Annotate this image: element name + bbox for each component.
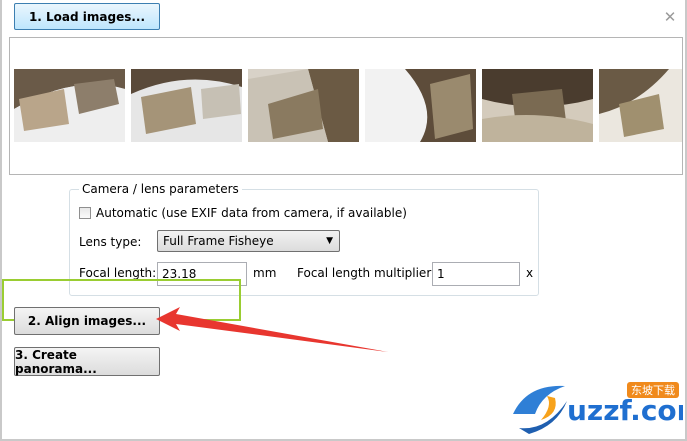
thumbnail-6[interactable] (599, 69, 682, 142)
automatic-label: Automatic (use EXIF data from camera, if… (96, 206, 407, 220)
watermark-text: uzzf.com (567, 394, 683, 427)
focal-length-label: Focal length: (79, 266, 157, 280)
lens-type-label: Lens type: (79, 235, 142, 249)
multiplier-input[interactable]: 1 (432, 262, 520, 286)
site-watermark: uzzf.com 东坡下载 (507, 376, 687, 436)
thumbnail-5[interactable] (482, 69, 593, 142)
thumbnail-2[interactable] (131, 69, 242, 142)
dropdown-arrow-icon: ▼ (326, 236, 333, 246)
focal-length-unit: mm (253, 266, 277, 280)
image-thumbnail-strip (9, 37, 683, 175)
thumbnail-1[interactable] (14, 69, 125, 142)
close-icon[interactable]: ✕ (663, 10, 677, 25)
multiplier-unit: x (526, 266, 534, 280)
create-panorama-button[interactable]: 3. Create panorama... (14, 347, 160, 376)
watermark-subtext: 东坡下载 (631, 384, 675, 397)
load-images-button[interactable]: 1. Load images... (14, 3, 160, 30)
thumbnail-4[interactable] (365, 69, 476, 142)
group-title: Camera / lens parameters (79, 182, 242, 196)
thumbnail-3[interactable] (248, 69, 359, 142)
lens-type-select[interactable]: Full Frame Fisheye ▼ (157, 230, 340, 252)
multiplier-label: Focal length multiplier: (297, 266, 436, 280)
lens-type-value: Full Frame Fisheye (163, 234, 274, 248)
automatic-checkbox[interactable] (79, 207, 91, 219)
align-images-button[interactable]: 2. Align images... (14, 307, 160, 335)
